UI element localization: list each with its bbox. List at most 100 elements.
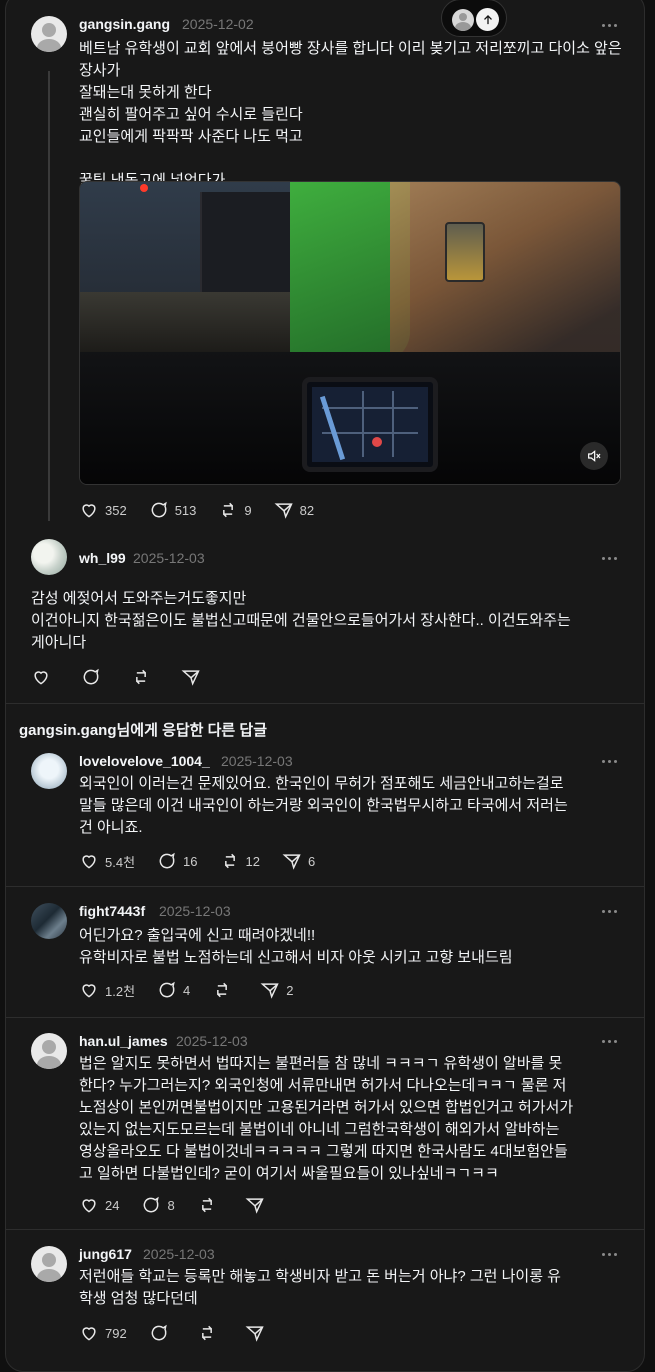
avatar[interactable]	[31, 753, 67, 789]
divider	[6, 886, 644, 887]
divider	[6, 1017, 644, 1018]
post-text: 법은 알지도 못하면서 법따지는 불편러들 참 많네 ㅋㅋㅋㄱ 유학생이 알바를…	[79, 1055, 574, 1182]
mute-icon[interactable]	[580, 442, 608, 470]
repost-icon	[223, 502, 234, 518]
reply-button[interactable]: 8	[141, 1195, 175, 1215]
navigation-screen	[302, 377, 438, 472]
heart-icon	[34, 671, 48, 685]
post-date[interactable]: 2025-12-03	[133, 550, 205, 566]
post-text: 저런애들 학교는 등록만 해놓고 학생비자 받고 돈 버는거 아냐? 그런 나이…	[79, 1268, 561, 1307]
repost-count: 9	[244, 502, 252, 518]
username[interactable]: wh_l99	[79, 550, 126, 566]
like-count: 5.4천	[105, 854, 136, 870]
like-button[interactable]	[31, 667, 57, 687]
post-video[interactable]	[79, 181, 621, 485]
repost-count: 12	[245, 853, 260, 869]
post-date[interactable]: 2025-12-03	[143, 1246, 215, 1262]
send-icon	[274, 503, 293, 519]
more-icon[interactable]	[602, 1251, 618, 1257]
share-button[interactable]: 82	[274, 500, 314, 520]
avatar[interactable]	[31, 903, 67, 939]
heart-icon	[82, 504, 96, 518]
send-icon	[181, 670, 200, 686]
divider	[6, 703, 644, 704]
avatar[interactable]	[31, 16, 67, 52]
scroll-top-pill[interactable]	[441, 0, 507, 37]
post-text: 외국인이 이러는건 문제있어요. 한국인이 무허가 점포해도 세금안내고하는걸로…	[79, 775, 568, 836]
like-count: 1.2천	[105, 983, 136, 999]
send-icon	[260, 983, 279, 999]
username[interactable]: jung617	[79, 1246, 132, 1262]
reply-count: 513	[174, 502, 197, 518]
username[interactable]: lovelovelove_1004_	[79, 753, 210, 769]
share-button[interactable]	[245, 1323, 271, 1343]
like-count: 792	[105, 1325, 127, 1341]
more-icon[interactable]	[602, 1038, 618, 1044]
post-actions: 5.4천 16 12 6	[79, 849, 337, 873]
comment-icon	[144, 1196, 160, 1213]
heart-icon	[82, 984, 96, 998]
repost-icon	[136, 669, 146, 685]
repost-icon	[224, 853, 235, 869]
share-button[interactable]	[245, 1195, 271, 1215]
more-icon[interactable]	[602, 758, 618, 764]
more-icon[interactable]	[602, 908, 618, 914]
reply-button[interactable]: 513	[149, 500, 197, 520]
more-icon[interactable]	[602, 22, 618, 28]
like-count: 352	[105, 502, 127, 518]
like-button[interactable]: 1.2천	[79, 980, 135, 1000]
like-count: 24	[105, 1197, 120, 1213]
avatar	[452, 9, 474, 31]
heart-icon	[82, 855, 96, 869]
post-actions	[31, 665, 229, 689]
username[interactable]: han.ul_james	[79, 1033, 168, 1049]
avatar[interactable]	[31, 539, 67, 575]
reply-button[interactable]: 4	[157, 980, 190, 1000]
send-icon	[245, 1198, 264, 1214]
share-button[interactable]: 2	[260, 980, 294, 1000]
arrow-up-icon[interactable]	[476, 8, 499, 31]
share-count: 82	[299, 502, 315, 518]
post-date[interactable]: 2025-12-03	[176, 1033, 248, 1049]
share-count: 2	[286, 982, 294, 998]
post-date[interactable]: 2025-12-02	[182, 16, 254, 32]
post-actions: 1.2천 4 2	[79, 978, 316, 1002]
share-button[interactable]: 6	[282, 851, 315, 871]
username[interactable]: fight7443f	[79, 903, 145, 919]
repost-button[interactable]: 12	[220, 851, 260, 871]
comment-icon	[151, 501, 167, 518]
avatar[interactable]	[31, 1246, 67, 1282]
more-icon[interactable]	[602, 555, 618, 561]
comment-icon	[159, 852, 175, 869]
post-actions: 352 513 9 82	[79, 498, 336, 522]
comment-icon	[151, 1324, 167, 1341]
post-date[interactable]: 2025-12-03	[221, 753, 293, 769]
divider	[6, 1229, 644, 1230]
repost-button[interactable]	[212, 980, 238, 1000]
like-button[interactable]: 5.4천	[79, 851, 135, 871]
username[interactable]: gangsin.gang	[79, 16, 170, 32]
reply-button[interactable]	[149, 1323, 175, 1343]
like-button[interactable]: 352	[79, 500, 127, 520]
reply-button[interactable]: 16	[157, 851, 198, 871]
heart-icon	[82, 1327, 96, 1341]
post-text: 베트남 유학생이 교회 앞에서 붕어빵 장사를 합니다 이리 봊기고 저리쪼끼고…	[79, 40, 622, 189]
avatar[interactable]	[31, 1033, 67, 1069]
like-button[interactable]: 792	[79, 1323, 127, 1343]
post-actions: 24 8	[79, 1193, 293, 1217]
repost-button[interactable]: 9	[218, 500, 252, 520]
share-button[interactable]	[181, 667, 207, 687]
repost-icon	[201, 1197, 212, 1213]
share-count: 6	[307, 853, 316, 869]
send-icon	[245, 1326, 264, 1342]
post-date[interactable]: 2025-12-03	[159, 903, 231, 919]
post-text: 어딘가요? 출입국에 신고 때려야겠네!! 유학비자로 불법 노점하는데 신고해…	[79, 927, 513, 966]
like-button[interactable]: 24	[79, 1195, 119, 1215]
reply-button[interactable]	[81, 667, 107, 687]
repost-button[interactable]	[197, 1195, 223, 1215]
post-text: 감성 에젖어서 도와주는거도좋지만 이건아니지 한국젊은이도 불법신고때문에 건…	[31, 590, 571, 651]
send-icon	[282, 854, 301, 870]
repost-button[interactable]	[131, 667, 157, 687]
repost-button[interactable]	[197, 1323, 223, 1343]
comment-icon	[159, 981, 175, 998]
